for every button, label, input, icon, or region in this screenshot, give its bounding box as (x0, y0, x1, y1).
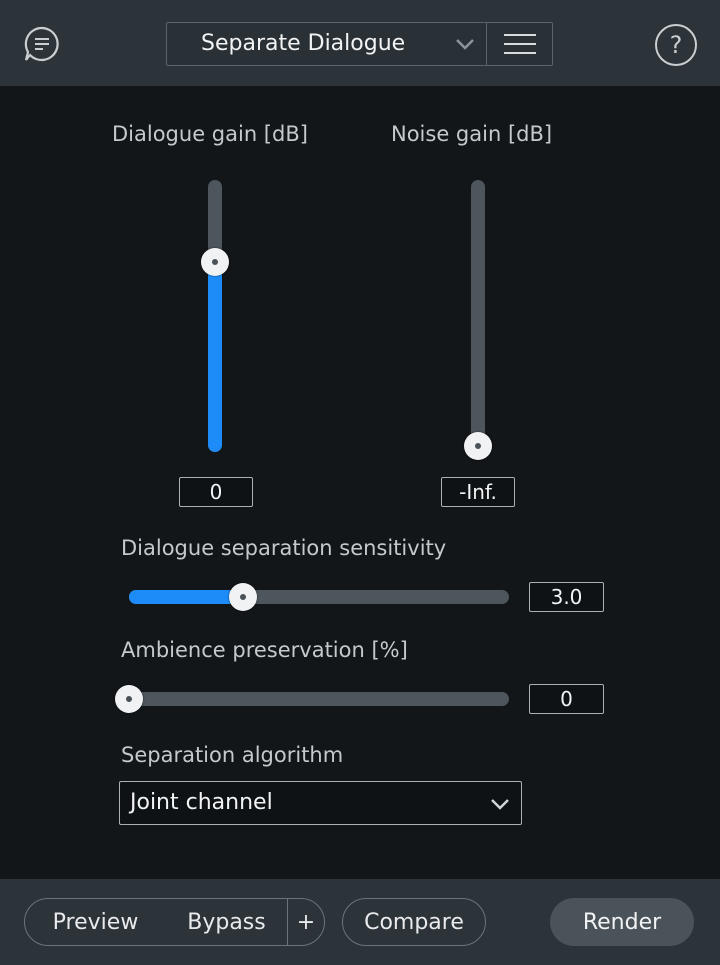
noise-gain-value-field[interactable]: -Inf. (441, 477, 515, 507)
help-button[interactable]: ? (655, 24, 697, 66)
sensitivity-slider-fill (129, 590, 243, 604)
ambience-slider-track[interactable] (129, 692, 509, 706)
dialogue-gain-slider-handle[interactable] (201, 247, 229, 276)
bypass-button[interactable]: Bypass (166, 898, 288, 946)
module-name: Separate Dialogue (201, 31, 406, 56)
chevron-down-icon (491, 799, 509, 810)
question-mark-icon: ? (669, 31, 683, 59)
chat-bubble-icon (24, 26, 59, 62)
chat-button[interactable] (23, 25, 61, 63)
noise-gain-label: Noise gain [dB] (391, 122, 553, 146)
ambience-slider-handle[interactable] (115, 685, 143, 713)
algorithm-selected-value: Joint channel (130, 790, 273, 815)
ambience-value-field[interactable]: 0 (529, 684, 604, 714)
dialogue-gain-slider-fill (208, 261, 222, 452)
sensitivity-slider-track[interactable] (129, 590, 509, 604)
noise-gain-slider-track[interactable] (471, 180, 485, 452)
algorithm-label: Separation algorithm (121, 743, 344, 767)
chevron-down-icon (456, 39, 474, 50)
dialogue-gain-value-field[interactable]: 0 (179, 477, 253, 507)
algorithm-select[interactable]: Joint channel (119, 781, 522, 825)
preview-button[interactable]: Preview (24, 898, 167, 946)
compare-button[interactable]: Compare (342, 898, 486, 946)
noise-gain-slider-handle[interactable] (464, 432, 492, 460)
ambience-label: Ambience preservation [%] (121, 638, 408, 662)
sensitivity-label: Dialogue separation sensitivity (121, 536, 447, 560)
render-button[interactable]: Render (550, 898, 694, 946)
dialogue-gain-label: Dialogue gain [dB] (112, 122, 308, 146)
menu-button[interactable] (486, 22, 553, 66)
module-select[interactable]: Separate Dialogue (166, 22, 487, 66)
sensitivity-value-field[interactable]: 3.0 (529, 582, 604, 612)
dialogue-gain-slider-track[interactable] (208, 180, 222, 452)
sensitivity-slider-handle[interactable] (229, 583, 257, 611)
